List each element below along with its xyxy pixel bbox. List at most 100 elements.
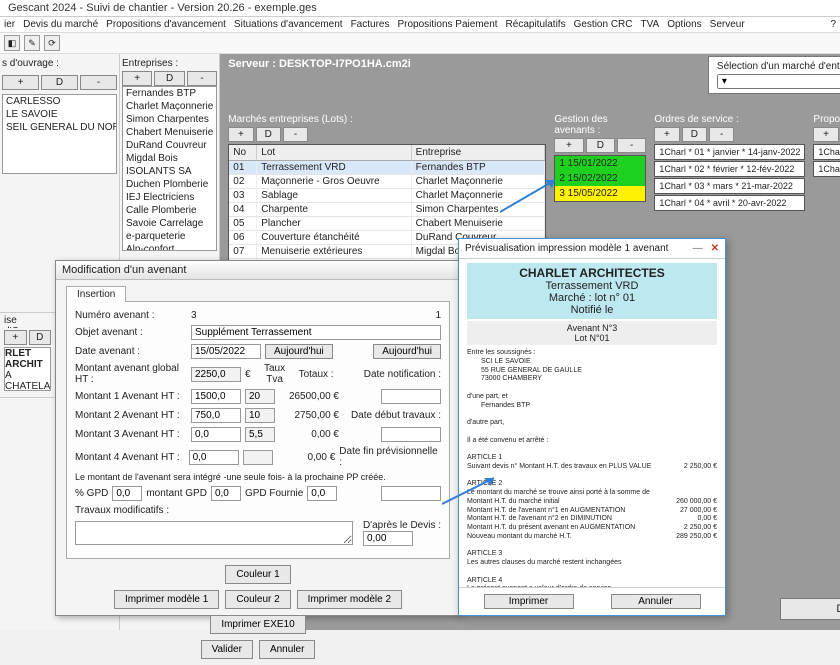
menu-item[interactable]: ? bbox=[830, 19, 836, 30]
d-button[interactable]: D bbox=[256, 127, 281, 142]
list-item[interactable]: 3 15/05/2022 bbox=[555, 186, 645, 201]
m1-input[interactable] bbox=[191, 389, 241, 404]
duplicate-button[interactable]: Dupliquer bbox=[780, 598, 840, 620]
minus-button[interactable]: - bbox=[187, 71, 217, 86]
add-button[interactable]: + bbox=[228, 127, 253, 142]
list-item[interactable]: ISOLANTS SA bbox=[123, 165, 216, 178]
d-button[interactable]: D bbox=[154, 71, 184, 86]
add-button[interactable]: + bbox=[554, 138, 583, 153]
menu-item[interactable]: Récapitulatifs bbox=[506, 19, 566, 30]
devis-input[interactable] bbox=[363, 531, 413, 546]
ouvrage-list[interactable]: CARLESSO LE SAVOIE SEIL GENERAL DU NORD bbox=[2, 94, 117, 174]
d-button[interactable]: D bbox=[41, 75, 78, 90]
list-item[interactable]: Alp-confort bbox=[123, 243, 216, 251]
menu-item[interactable]: Devis du marché bbox=[23, 19, 98, 30]
list-item[interactable]: Duchen Plomberie bbox=[123, 178, 216, 191]
color1-button[interactable]: Couleur 1 bbox=[225, 565, 290, 584]
preview-title: Prévisualisation impression modèle 1 ave… bbox=[465, 243, 668, 254]
minus-button[interactable]: - bbox=[80, 75, 117, 90]
list-item[interactable]: 1Charl * 02 * février * 12-fév-2022 bbox=[654, 161, 805, 177]
menu-item[interactable]: Factures bbox=[351, 19, 390, 30]
fin-input[interactable] bbox=[381, 486, 441, 501]
debut-input[interactable] bbox=[381, 427, 441, 442]
list-item[interactable]: Charlet Maçonnerie bbox=[123, 100, 216, 113]
minimize-icon[interactable]: — bbox=[693, 243, 703, 254]
gpdf-input[interactable] bbox=[307, 486, 337, 501]
today-button[interactable]: Aujourd'hui bbox=[373, 344, 441, 359]
date-input[interactable] bbox=[191, 344, 261, 359]
menu-item[interactable]: Propositions Paiement bbox=[397, 19, 497, 30]
close-icon[interactable]: ✕ bbox=[711, 243, 719, 254]
list-item[interactable]: 1Charl * S01 * L01 * mai * bbox=[813, 144, 840, 160]
m2-input[interactable] bbox=[191, 408, 241, 423]
list-item[interactable]: IEJ Electriciens bbox=[123, 191, 216, 204]
menu-item[interactable]: ier bbox=[4, 19, 15, 30]
list-item[interactable]: DuRand Couvreur bbox=[123, 139, 216, 152]
table-row[interactable]: 02Maçonnerie - Gros OeuvreCharlet Maçonn… bbox=[229, 175, 545, 189]
gpd-input[interactable] bbox=[112, 486, 142, 501]
list-item[interactable]: 1Charl * 04 * avril * 20-avr-2022 bbox=[654, 195, 805, 211]
d-button[interactable]: D bbox=[682, 127, 707, 142]
add-button[interactable]: + bbox=[654, 127, 679, 142]
table-row[interactable]: 04CharpenteSimon Charpentes bbox=[229, 203, 545, 217]
list-item[interactable]: RLET ARCHIT bbox=[5, 348, 50, 370]
obj-input[interactable] bbox=[191, 325, 441, 340]
minus-button[interactable]: - bbox=[283, 127, 308, 142]
d-button[interactable]: D bbox=[29, 330, 52, 345]
menu-item[interactable]: Serveur bbox=[710, 19, 745, 30]
add-button[interactable]: + bbox=[2, 75, 39, 90]
color2-button[interactable]: Couleur 2 bbox=[225, 590, 290, 609]
gpdm-input[interactable] bbox=[211, 486, 241, 501]
list-item[interactable]: 2 15/02/2022 bbox=[555, 171, 645, 186]
list-item[interactable]: Savoie Carrelage bbox=[123, 217, 216, 230]
menu-item[interactable]: Situations d'avancement bbox=[234, 19, 343, 30]
list-item[interactable]: e-parqueterie bbox=[123, 230, 216, 243]
validate-button[interactable]: Valider bbox=[201, 640, 253, 659]
print2-button[interactable]: Imprimer modèle 2 bbox=[297, 590, 402, 609]
trav-textarea[interactable] bbox=[75, 521, 353, 545]
table-row[interactable]: 01Terrassement VRDFernandes BTP bbox=[229, 161, 545, 175]
list-item[interactable]: 1Charl * 03 * mars * 21-mar-2022 bbox=[654, 178, 805, 194]
list-item[interactable]: Calle Plomberie bbox=[123, 204, 216, 217]
list-item[interactable]: 1Charl * S02 * L01 * juille bbox=[813, 161, 840, 177]
entreprises-list[interactable]: Fernandes BTP Charlet Maçonnerie Simon C… bbox=[122, 86, 217, 251]
printexe-button[interactable]: Imprimer EXE10 bbox=[210, 615, 305, 634]
list-item[interactable]: LE SAVOIE bbox=[3, 108, 116, 121]
table-row[interactable]: 03SablageCharlet Maçonnerie bbox=[229, 189, 545, 203]
list-item[interactable]: CARLESSO bbox=[3, 95, 116, 108]
print1-button[interactable]: Imprimer modèle 1 bbox=[114, 590, 219, 609]
tool-icon[interactable]: ✎ bbox=[24, 35, 40, 51]
list-item[interactable]: Migdal Bois bbox=[123, 152, 216, 165]
list-item[interactable]: Fernandes BTP bbox=[123, 87, 216, 100]
d-button[interactable]: D bbox=[586, 138, 615, 153]
cancel-button[interactable]: Annuler bbox=[611, 594, 701, 609]
print-button[interactable]: Imprimer bbox=[484, 594, 574, 609]
minus-button[interactable]: - bbox=[617, 138, 646, 153]
notif-input[interactable] bbox=[381, 389, 441, 404]
list-item[interactable]: 1Charl * 01 * janvier * 14-janv-2022 bbox=[654, 144, 805, 160]
tool-icon[interactable]: ⟳ bbox=[44, 35, 60, 51]
m3-input[interactable] bbox=[191, 427, 241, 442]
table-row[interactable]: 05PlancherChabert Menuiserie bbox=[229, 217, 545, 231]
list-item[interactable]: A CHATELAIN bbox=[5, 370, 50, 391]
today-button[interactable]: Aujourd'hui bbox=[265, 344, 333, 359]
avenants-list[interactable]: 1 15/01/2022 2 15/02/2022 3 15/05/2022 bbox=[554, 155, 646, 202]
trav-label: Travaux modificatifs : bbox=[75, 505, 187, 516]
tool-icon[interactable]: ◧ bbox=[4, 35, 20, 51]
list-item[interactable]: SEIL GENERAL DU NORD bbox=[3, 121, 116, 134]
menu-item[interactable]: Options bbox=[667, 19, 701, 30]
list-item[interactable]: Chabert Menuiserie bbox=[123, 126, 216, 139]
add-button[interactable]: + bbox=[4, 330, 27, 345]
tab-insertion[interactable]: Insertion bbox=[66, 286, 126, 302]
market-select[interactable]: ▾ bbox=[717, 74, 840, 89]
m4-input[interactable] bbox=[189, 450, 239, 465]
list-item[interactable]: Simon Charpentes bbox=[123, 113, 216, 126]
minus-button[interactable]: - bbox=[709, 127, 734, 142]
menu-item[interactable]: Gestion CRC bbox=[574, 19, 633, 30]
add-button[interactable]: + bbox=[122, 71, 152, 86]
menu-item[interactable]: TVA bbox=[640, 19, 659, 30]
list-item[interactable]: 1 15/01/2022 bbox=[555, 156, 645, 171]
menu-item[interactable]: Propositions d'avancement bbox=[106, 19, 226, 30]
cancel-button[interactable]: Annuler bbox=[259, 640, 315, 659]
add-button[interactable]: + bbox=[813, 127, 838, 142]
